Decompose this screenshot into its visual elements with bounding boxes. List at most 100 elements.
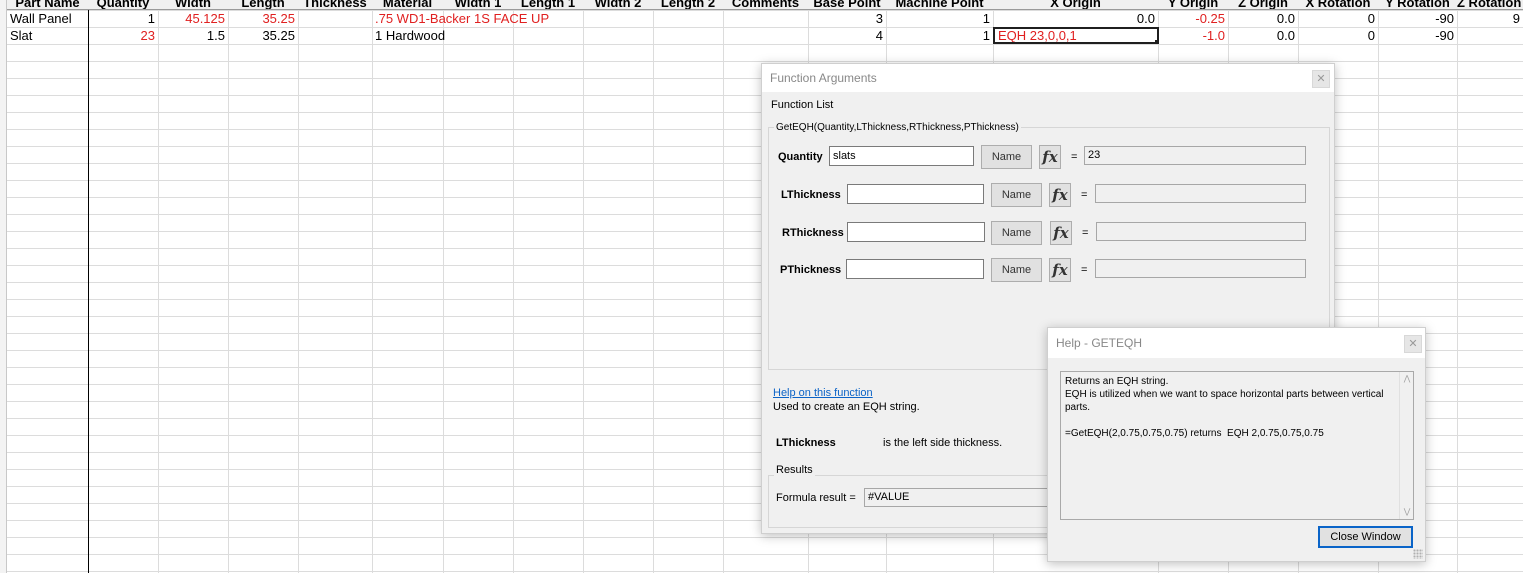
cell-x-rotation[interactable]: 0: [1298, 10, 1378, 27]
cell-x-rotation[interactable]: 0: [1298, 27, 1378, 44]
cell-material[interactable]: .75 WD1-Backer 1S FACE UP: [372, 10, 583, 27]
column-divider: [1457, 0, 1458, 573]
pthickness-fx-button[interactable]: fx: [1049, 258, 1071, 282]
column-divider: [723, 0, 724, 573]
formula-result-label: Formula result =: [776, 492, 856, 504]
cell-part-name[interactable]: Wall Panel: [7, 10, 88, 27]
help-line: =GetEQH(2,0.75,0.75,0.75) returns EQH 2,…: [1065, 428, 1324, 439]
help-close-icon[interactable]: ✕: [1404, 335, 1422, 353]
arg-help-text: is the left side thickness.: [883, 437, 1003, 449]
help-scrollbar[interactable]: ⋀ ⋁: [1399, 372, 1413, 519]
column-header[interactable]: Length 1: [513, 0, 583, 9]
column-divider: [228, 0, 229, 573]
quantity-input[interactable]: slats: [829, 146, 974, 166]
column-header[interactable]: Part Name: [7, 0, 88, 9]
column-divider: [653, 0, 654, 573]
column-divider: [583, 0, 584, 573]
help-line: Returns an EQH string.: [1065, 376, 1169, 387]
arg-label-quantity: Quantity: [778, 151, 823, 163]
cell-machine-point[interactable]: 1: [886, 27, 993, 44]
pthickness-result: [1095, 259, 1306, 278]
help-line: EQH is utilized when we want to space ho…: [1065, 389, 1387, 413]
rthickness-fx-button[interactable]: fx: [1050, 221, 1072, 245]
column-divider: [158, 0, 159, 573]
column-divider: [372, 0, 373, 573]
column-header[interactable]: X Rotation: [1298, 0, 1378, 9]
cell-y-rotation[interactable]: -90: [1378, 10, 1457, 27]
lthickness-name-button[interactable]: Name: [991, 183, 1042, 207]
rthickness-result: [1096, 222, 1306, 241]
column-header[interactable]: Length 2: [653, 0, 723, 9]
arg-help-name: LThickness: [776, 437, 836, 449]
cell-y-rotation[interactable]: -90: [1378, 27, 1457, 44]
lthickness-fx-button[interactable]: fx: [1049, 183, 1071, 207]
column-header[interactable]: Thickness: [298, 0, 372, 9]
cell-z-origin[interactable]: 0.0: [1228, 27, 1298, 44]
results-label: Results: [774, 464, 815, 476]
quantity-fx-button[interactable]: fx: [1039, 145, 1061, 169]
column-header[interactable]: Material: [372, 0, 443, 9]
column-divider: [88, 0, 89, 573]
dialog-title: Function Arguments: [762, 64, 1334, 92]
column-header[interactable]: Y Rotation: [1378, 0, 1457, 9]
column-header[interactable]: Width 2: [583, 0, 653, 9]
column-header[interactable]: Length: [228, 0, 298, 9]
column-header[interactable]: Z Rotation: [1457, 0, 1523, 9]
help-line: [1065, 414, 1409, 427]
equals-sign: =: [1081, 189, 1088, 201]
column-divider: [443, 0, 444, 573]
cell-material[interactable]: 1 Hardwood: [372, 27, 583, 44]
function-list-label[interactable]: Function List: [771, 99, 833, 111]
column-header[interactable]: Width: [158, 0, 228, 9]
pthickness-input[interactable]: [846, 259, 984, 279]
cell-part-name[interactable]: Slat: [7, 27, 88, 44]
resize-grip-icon[interactable]: [1413, 549, 1423, 559]
column-header[interactable]: Machine Point: [886, 0, 993, 9]
equals-sign: =: [1071, 151, 1078, 163]
column-header[interactable]: Width 1: [443, 0, 513, 9]
arg-label-rthickness: RThickness: [782, 227, 844, 239]
equals-sign: =: [1082, 227, 1089, 239]
column-header[interactable]: X Origin: [993, 0, 1158, 9]
cell-quantity[interactable]: 23: [88, 27, 158, 44]
close-icon[interactable]: ✕: [1312, 70, 1330, 88]
arg-label-pthickness: PThickness: [780, 264, 842, 276]
cell-length[interactable]: 35.25: [228, 27, 298, 44]
help-on-function-link[interactable]: Help on this function: [773, 387, 873, 399]
close-window-button[interactable]: Close Window: [1318, 526, 1413, 548]
column-header[interactable]: Z Origin: [1228, 0, 1298, 9]
cell-y-origin[interactable]: -1.0: [1158, 27, 1228, 44]
cell-width[interactable]: 45.125: [158, 10, 228, 27]
column-header[interactable]: Y Origin: [1158, 0, 1228, 9]
cell-length[interactable]: 35.25: [228, 10, 298, 27]
active-cell-x-origin[interactable]: EQH 23,0,0,1: [993, 27, 1159, 44]
pthickness-name-button[interactable]: Name: [991, 258, 1042, 282]
cell-y-origin[interactable]: -0.25: [1158, 10, 1228, 27]
help-text-box[interactable]: Returns an EQH string. EQH is utilized w…: [1060, 371, 1414, 520]
cell-base-point[interactable]: 4: [808, 27, 886, 44]
column-header[interactable]: Quantity: [88, 0, 158, 9]
column-header[interactable]: Base Point: [808, 0, 886, 9]
rthickness-input[interactable]: [847, 222, 985, 242]
scroll-down-icon[interactable]: ⋁: [1400, 505, 1414, 519]
help-dialog: Help - GETEQH ✕ Returns an EQH string. E…: [1047, 327, 1426, 562]
cell-machine-point[interactable]: 1: [886, 10, 993, 27]
column-header[interactable]: Comments: [723, 0, 808, 9]
formula-result-value: #VALUE: [864, 488, 1064, 507]
cell-base-point[interactable]: 3: [808, 10, 886, 27]
column-divider: [298, 0, 299, 573]
lthickness-input[interactable]: [847, 184, 984, 204]
function-description: Used to create an EQH string.: [773, 401, 920, 413]
help-dialog-title: Help - GETEQH: [1048, 328, 1425, 358]
cell-quantity[interactable]: 1: [88, 10, 158, 27]
quantity-name-button[interactable]: Name: [981, 145, 1032, 169]
rthickness-name-button[interactable]: Name: [991, 221, 1042, 245]
row-header-strip[interactable]: [0, 0, 7, 573]
arg-label-lthickness: LThickness: [781, 189, 841, 201]
scroll-up-icon[interactable]: ⋀: [1400, 372, 1414, 386]
cell-z-origin[interactable]: 0.0: [1228, 10, 1298, 27]
cell-z-rotation[interactable]: 9: [1457, 10, 1523, 27]
cell-width[interactable]: 1.5: [158, 27, 228, 44]
quantity-result: 23: [1084, 146, 1306, 165]
cell-x-origin[interactable]: 0.0: [993, 10, 1158, 27]
